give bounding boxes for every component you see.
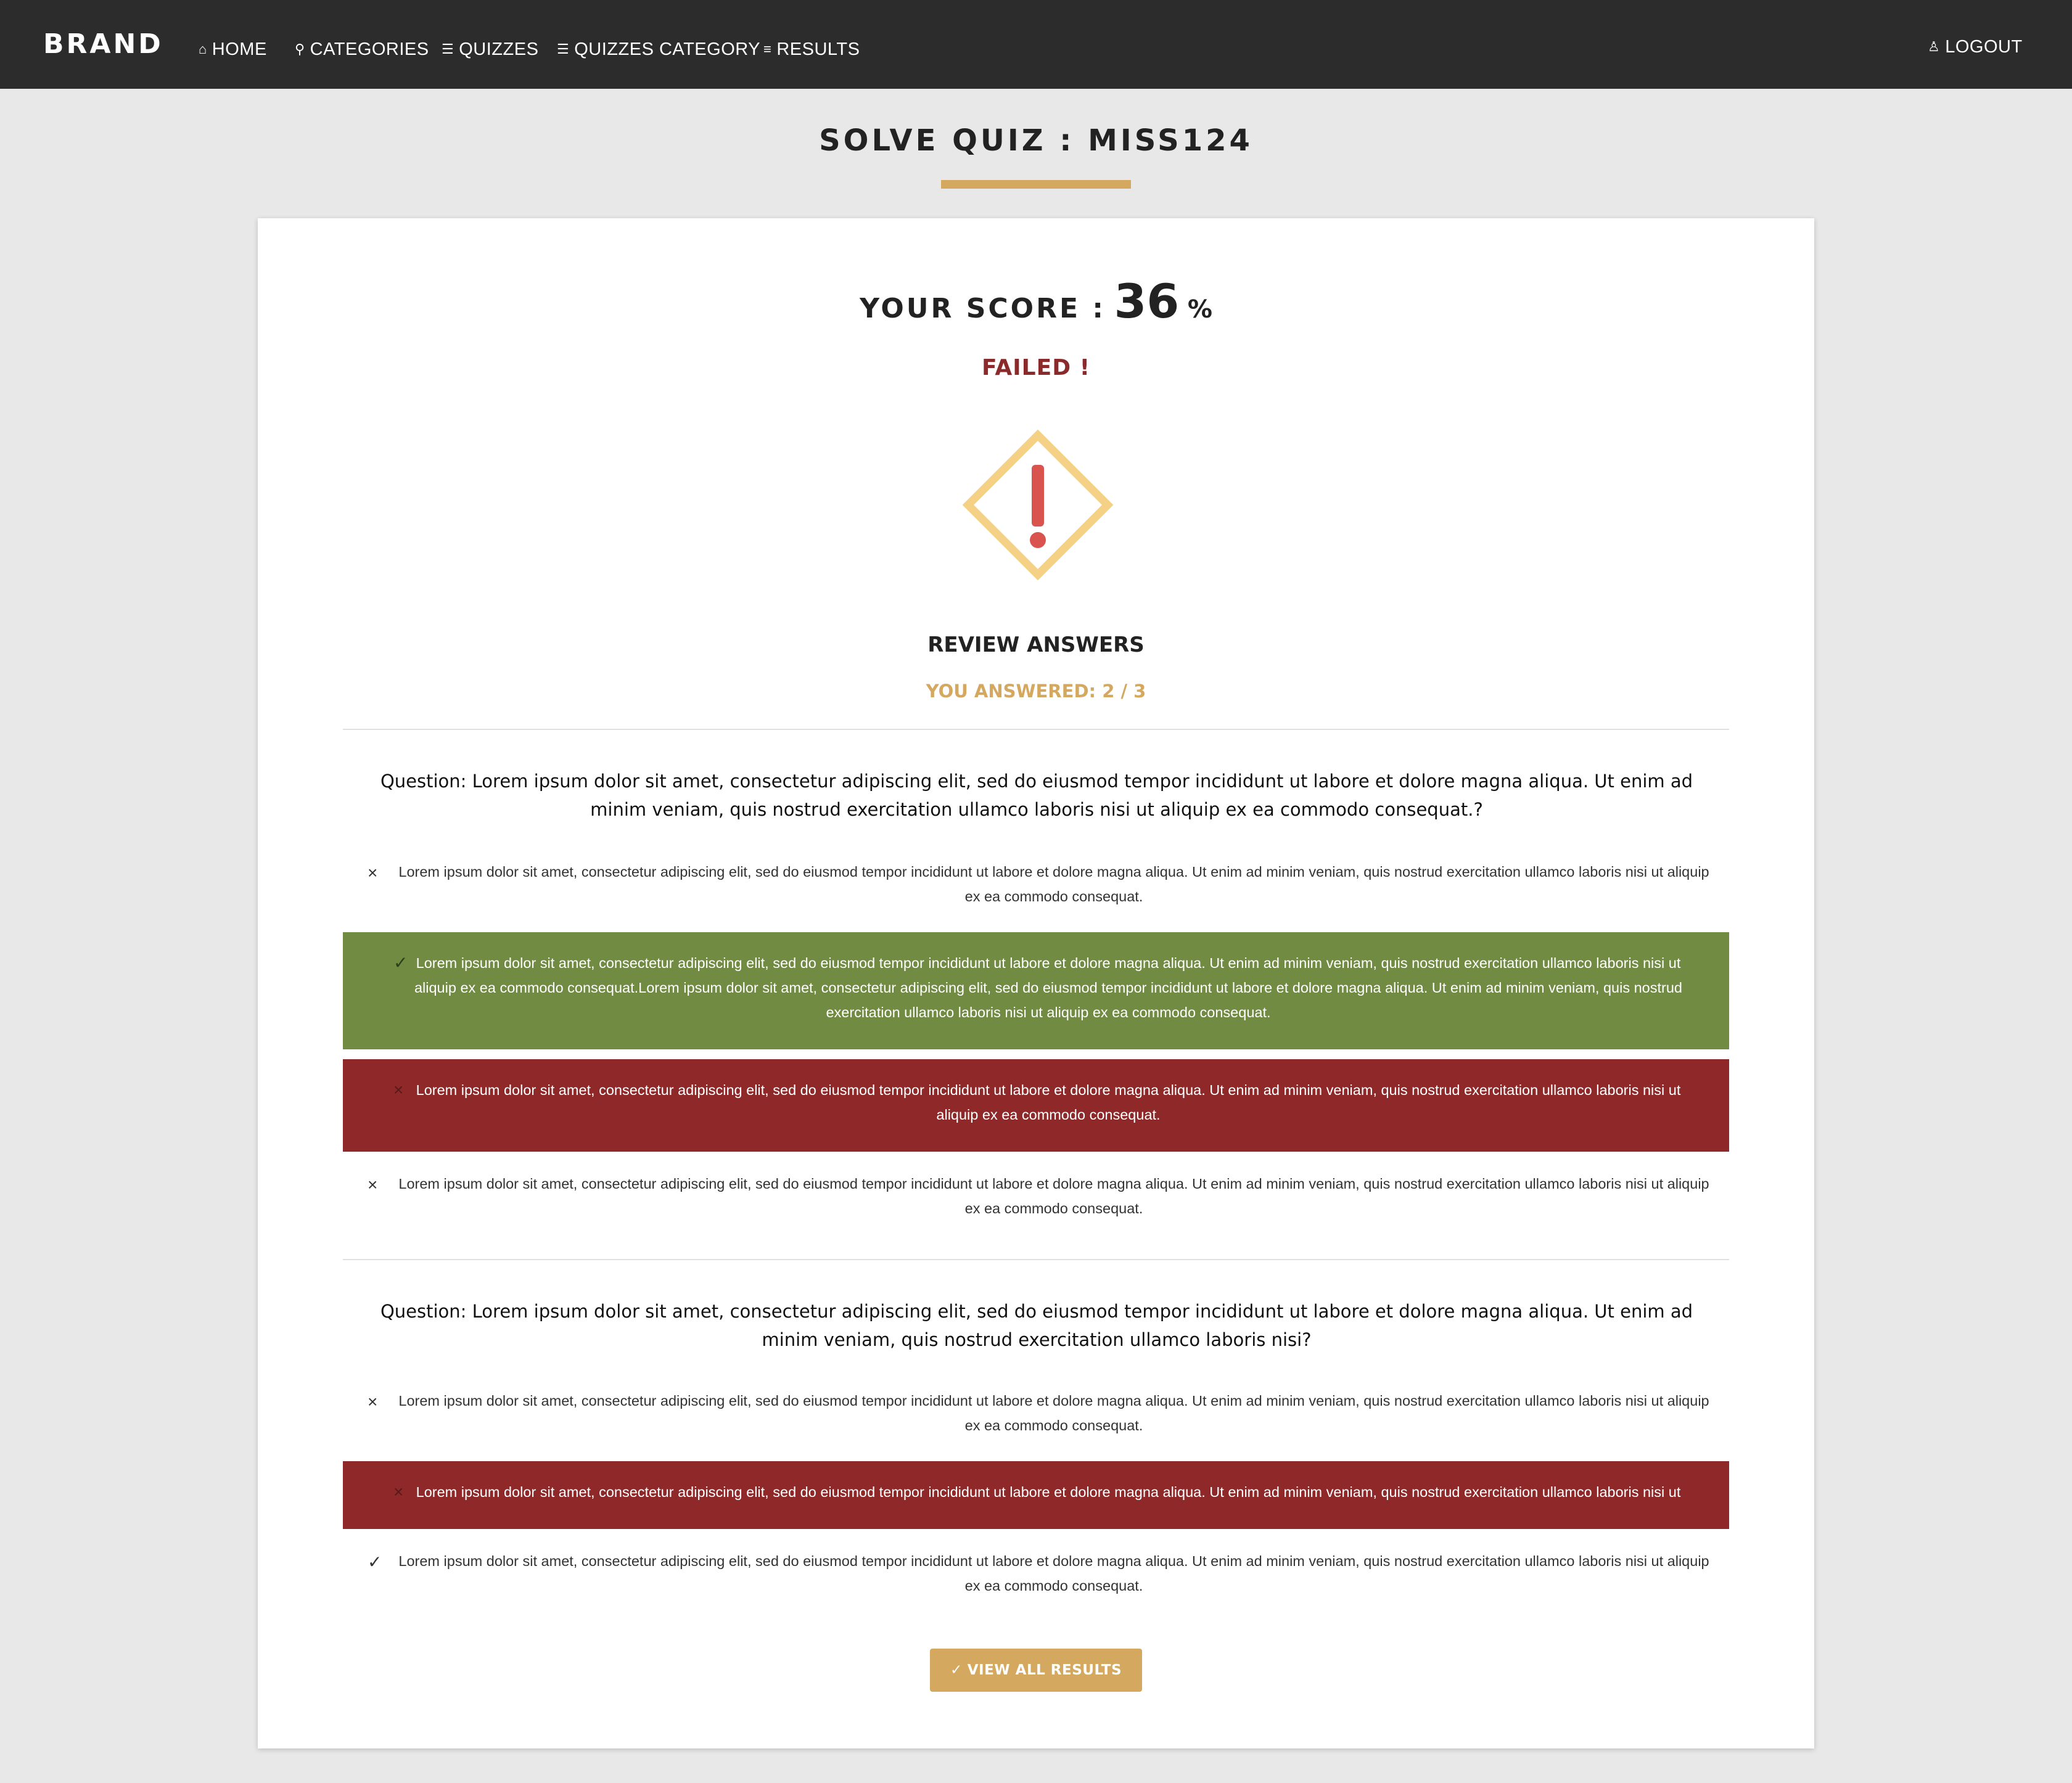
cross-icon: × [368,1175,378,1194]
nav-quizzes-label: QUIZZES [459,39,539,59]
review-answers-title: REVIEW ANSWERS [927,633,1145,657]
answer-text: Lorem ipsum dolor sit amet, consectetur … [416,1484,1681,1500]
answered-count: YOU ANSWERED: 2 / 3 [926,681,1146,702]
nav-quizzes-category-label: QUIZZES CATEGORY [574,39,761,59]
logout-link[interactable]: ♙ LOGOUT [1928,33,2023,60]
pin-icon: ⚲ [295,41,305,57]
view-all-results-button[interactable]: ✓ VIEW ALL RESULTS [930,1649,1142,1692]
check-icon: ✓ [950,1662,963,1678]
status-text: FAILED ! [981,355,1091,380]
nav-categories[interactable]: ⚲ CATEGORIES [295,36,429,63]
question-text: Question: Lorem ipsum dolor sit amet, co… [380,771,1693,820]
score-display: YOUR SCORE : 36 % [258,274,1814,329]
nav-home[interactable]: ⌂ HOME [199,36,267,63]
nav-results[interactable]: ≡ RESULTS [763,36,860,63]
top-navbar: BRAND ⌂ HOME ⚲ CATEGORIES ☰ QUIZZES ☰ QU… [0,0,2072,89]
nav-quizzes[interactable]: ☰ QUIZZES [442,36,538,63]
answer-option[interactable]: × Lorem ipsum dolor sit amet, consectetu… [343,1171,1729,1221]
view-all-results-label: VIEW ALL RESULTS [967,1662,1122,1678]
checklist-icon: ≡ [763,41,772,57]
answer-option-wrong[interactable]: × Lorem ipsum dolor sit amet, consectetu… [343,1059,1729,1152]
nav-quizzes-category[interactable]: ☰ QUIZZES CATEGORY [557,36,760,63]
home-icon: ⌂ [199,41,207,57]
logout-label: LOGOUT [1945,37,2023,57]
score-label: YOUR SCORE : [860,293,1106,324]
warning-diamond-icon [962,429,1114,581]
cross-icon: × [368,863,378,882]
cross-icon: × [393,1482,404,1501]
user-icon: ♙ [1928,39,1941,54]
answer-text: Lorem ipsum dolor sit amet, consectetur … [398,1553,1709,1594]
answer-text: Lorem ipsum dolor sit amet, consectetur … [398,864,1709,904]
question-text: Question: Lorem ipsum dolor sit amet, co… [380,1301,1693,1350]
divider [343,1259,1729,1260]
nav-results-label: RESULTS [776,39,860,59]
answer-text: Lorem ipsum dolor sit amet, consectetur … [398,1176,1709,1216]
result-card: YOUR SCORE : 36 % FAILED ! REVIEW ANSWER… [258,218,1814,1748]
divider [343,729,1729,730]
nav-home-label: HOME [212,39,267,59]
check-icon: ✓ [393,953,408,972]
cross-icon: × [368,1392,378,1411]
answer-option-correct[interactable]: ✓ Lorem ipsum dolor sit amet, consectetu… [343,932,1729,1049]
answer-option-wrong[interactable]: × Lorem ipsum dolor sit amet, consectetu… [343,1461,1729,1529]
answer-text: Lorem ipsum dolor sit amet, consectetur … [414,955,1683,1020]
page-title: SOLVE QUIZ : MISS124 [819,123,1253,158]
score-unit: % [1187,295,1212,324]
answer-option[interactable]: × Lorem ipsum dolor sit amet, consectetu… [343,859,1729,909]
answer-text: Lorem ipsum dolor sit amet, consectetur … [398,1393,1709,1433]
cross-icon: × [393,1080,404,1099]
list-icon: ☰ [442,41,454,57]
answer-option[interactable]: × Lorem ipsum dolor sit amet, consectetu… [343,1388,1729,1438]
brand-logo[interactable]: BRAND [43,27,163,62]
list-icon: ☰ [557,41,570,57]
check-icon: ✓ [368,1552,382,1572]
score-value: 36 [1114,274,1180,329]
title-underline [941,180,1131,189]
answer-text: Lorem ipsum dolor sit amet, consectetur … [416,1082,1681,1123]
answer-option[interactable]: ✓ Lorem ipsum dolor sit amet, consectetu… [343,1549,1729,1598]
nav-categories-label: CATEGORIES [310,39,429,59]
